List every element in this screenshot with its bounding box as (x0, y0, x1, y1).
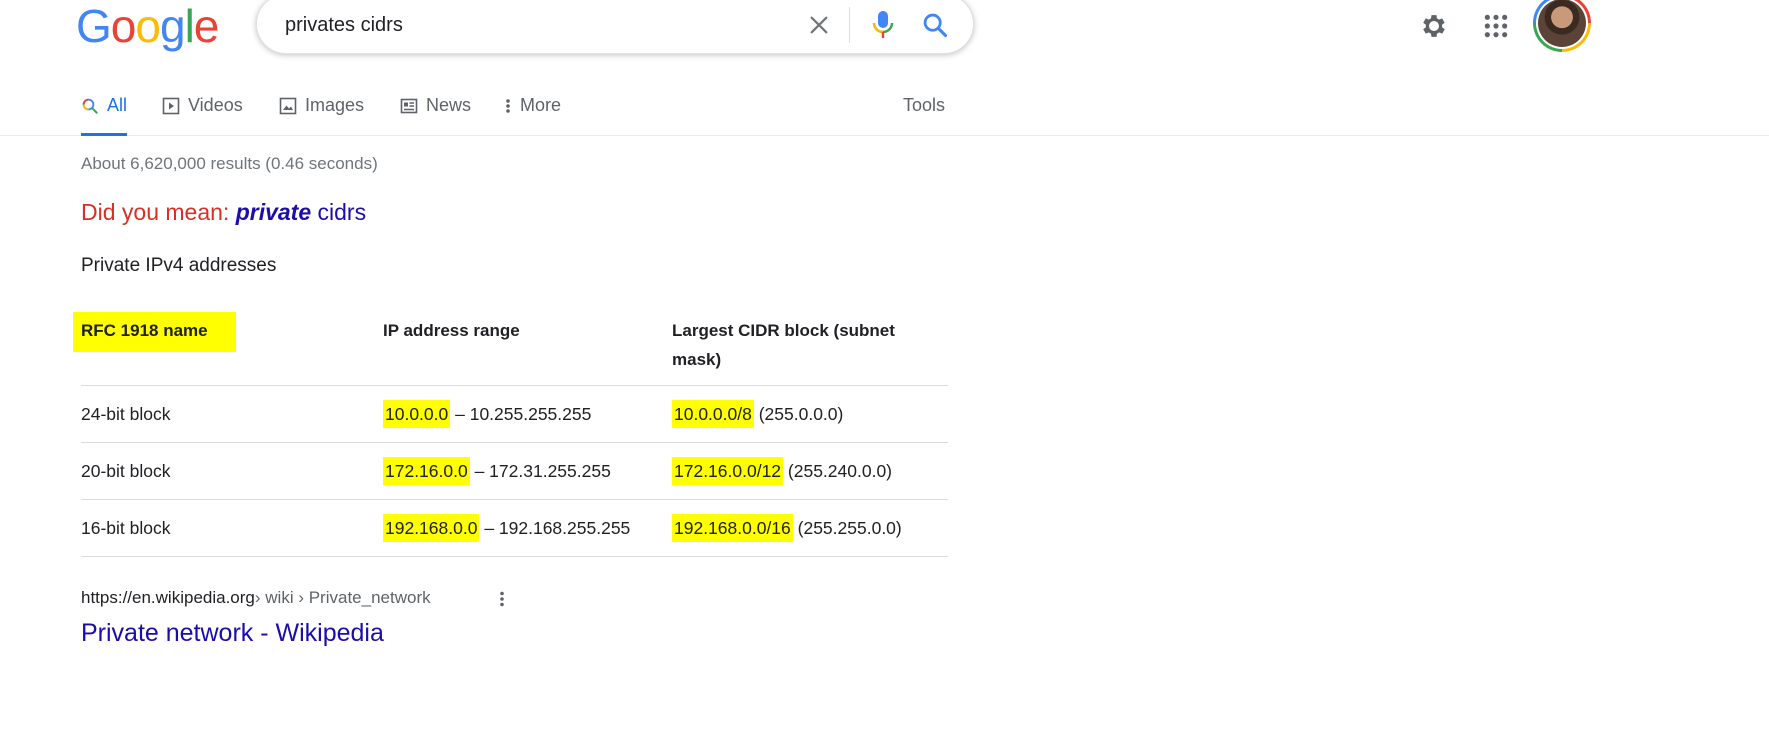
tab-videos[interactable]: Videos (162, 80, 243, 135)
clear-search-button[interactable] (803, 9, 835, 41)
gear-icon (1423, 15, 1445, 37)
table-cell-name: 20-bit block (81, 442, 383, 500)
more-vertical-icon (504, 97, 512, 115)
highlighted-range-start: 172.16.0.0 (383, 456, 470, 485)
news-icon (400, 97, 418, 115)
table-row: 16-bit block 192.168.0.0 – 192.168.255.2… (81, 499, 948, 557)
table-header-cell: Largest CIDR block (subnet mask) (672, 321, 895, 369)
table-header-cell: RFC 1918 name (73, 312, 383, 386)
suggestion-rest: cidrs (311, 199, 367, 225)
subnet-mask: (255.0.0.0) (753, 403, 844, 424)
search-icon (923, 13, 948, 38)
tab-label: More (520, 95, 562, 115)
more-vertical-icon (500, 591, 504, 607)
range-rest: – 172.31.255.255 (469, 460, 611, 481)
cite-domain: https://en.wikipedia.org (81, 588, 255, 607)
table-cell-name: 24-bit block (81, 385, 383, 443)
tab-label: All (107, 95, 128, 115)
logo-letter: l (184, 0, 195, 52)
table-row: 20-bit block 172.16.0.0 – 172.31.255.255… (81, 442, 948, 500)
video-icon (162, 97, 180, 115)
highlighted-header: RFC 1918 name (73, 312, 236, 352)
google-apps-button[interactable] (1476, 6, 1516, 46)
avatar-photo (1538, 0, 1586, 47)
tab-label: Images (305, 95, 365, 115)
logo-letter: g (159, 0, 186, 52)
tab-images[interactable]: Images (279, 80, 364, 135)
search-divider (849, 7, 850, 43)
highlighted-range-start: 10.0.0.0 (383, 399, 451, 428)
did-you-mean-label: Did you mean: (81, 199, 236, 225)
table-row: 24-bit block 10.0.0.0 – 10.255.255.255 1… (81, 385, 948, 443)
settings-button[interactable] (1414, 6, 1454, 46)
subnet-mask: (255.255.0.0) (792, 517, 902, 538)
tools-button[interactable]: Tools (903, 80, 945, 135)
table-cell-cidr: 10.0.0.0/8 (255.0.0.0) (672, 385, 948, 443)
tab-news[interactable]: News (400, 80, 471, 135)
table-cell-range: 192.168.0.0 – 192.168.255.255 (383, 499, 672, 557)
tab-all[interactable]: All (81, 80, 128, 136)
range-rest: – 192.168.255.255 (479, 517, 631, 538)
range-rest: – 10.255.255.255 (450, 403, 592, 424)
spelling-suggestion-link[interactable]: private cidrs (236, 199, 366, 225)
voice-search-button[interactable] (867, 7, 899, 43)
account-avatar[interactable] (1533, 0, 1591, 52)
table-cell-name: 16-bit block (81, 499, 383, 557)
logo-letter: o (110, 0, 137, 52)
table-header-row: RFC 1918 name IP address range Largest C… (73, 312, 948, 386)
tab-label: Videos (188, 95, 243, 115)
apps-grid-icon (1484, 14, 1508, 38)
highlighted-cidr: 192.168.0.0/16 (672, 513, 793, 542)
result-stats: About 6,620,000 results (0.46 seconds) (81, 154, 378, 173)
microphone-icon (872, 11, 894, 38)
suggestion-bold-word: private (235, 199, 312, 225)
did-you-mean: Did you mean: private cidrs (81, 199, 366, 226)
logo-letter: G (76, 0, 112, 52)
google-logo[interactable]: Google (76, 0, 220, 52)
tab-label: News (426, 95, 472, 115)
logo-letter: o (135, 0, 161, 52)
table-header-cell: IP address range (383, 321, 520, 340)
featured-snippet-title: Private IPv4 addresses (81, 255, 277, 276)
highlighted-range-start: 192.168.0.0 (383, 513, 480, 542)
logo-letter: e (193, 0, 220, 52)
search-box (256, 0, 974, 54)
search-tabs: All Videos Images News More Tools (0, 80, 1769, 136)
highlighted-cidr: 172.16.0.0/12 (672, 456, 784, 485)
highlighted-cidr: 10.0.0.0/8 (672, 399, 754, 428)
avatar-frame (1536, 0, 1588, 49)
result-title-link[interactable]: Private network - Wikipedia (81, 619, 384, 648)
result-options-button[interactable] (494, 588, 510, 610)
cite-path: › wiki › Private_network (254, 588, 431, 607)
tab-more[interactable]: More (504, 80, 561, 135)
featured-snippet-table: RFC 1918 name IP address range Largest C… (73, 312, 948, 557)
result-cite: https://en.wikipedia.org › wiki › Privat… (81, 588, 431, 608)
image-icon (279, 97, 297, 115)
search-button[interactable] (917, 7, 953, 43)
table-cell-cidr: 192.168.0.0/16 (255.255.0.0) (672, 499, 948, 557)
subnet-mask: (255.240.0.0) (783, 460, 893, 481)
table-cell-range: 10.0.0.0 – 10.255.255.255 (383, 385, 672, 443)
table-cell-cidr: 172.16.0.0/12 (255.240.0.0) (672, 442, 948, 500)
close-icon (810, 16, 828, 34)
table-cell-range: 172.16.0.0 – 172.31.255.255 (383, 442, 672, 500)
search-icon (81, 97, 99, 115)
search-input[interactable] (285, 9, 785, 41)
